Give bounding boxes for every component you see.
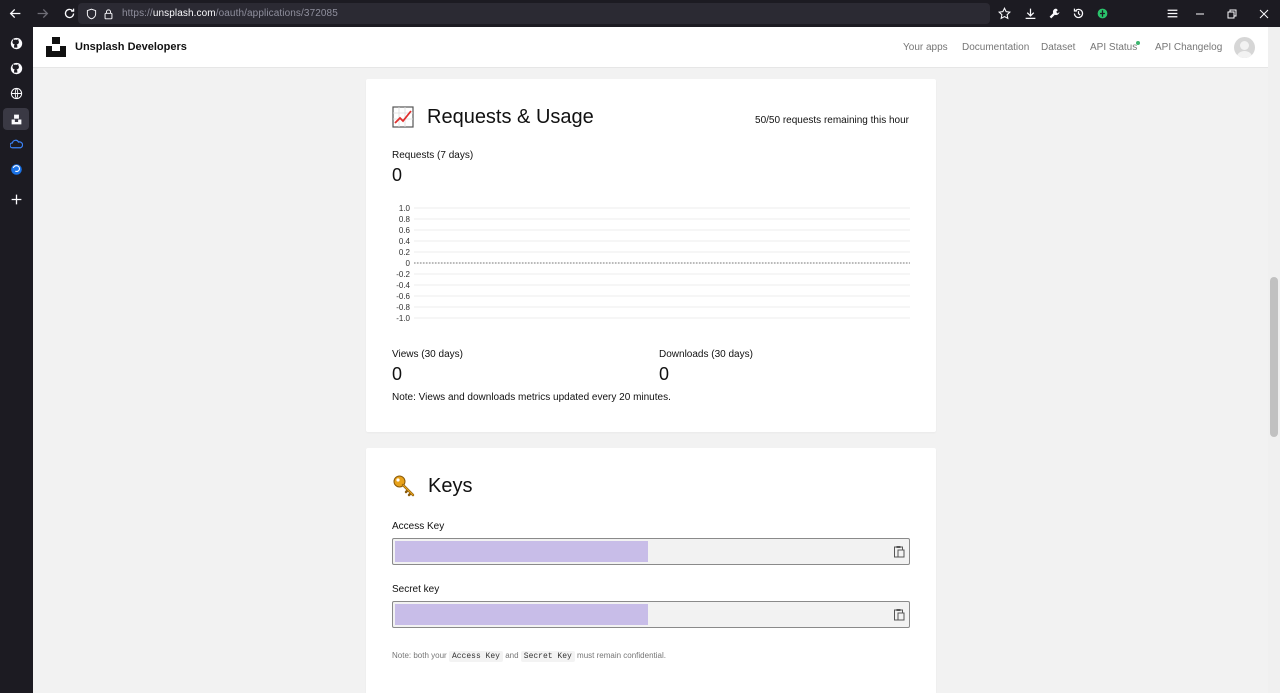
menu-button[interactable] <box>1160 3 1184 24</box>
api-status-indicator <box>1136 41 1140 45</box>
back-button[interactable] <box>3 2 27 26</box>
chart-y-tick-label: -0.2 <box>396 270 410 279</box>
minimize-button[interactable] <box>1184 0 1216 27</box>
sidebar-item-extension[interactable] <box>3 133 29 155</box>
keys-confidential-note: Note: both your Access Key and Secret Ke… <box>392 651 666 662</box>
usage-title: Requests & Usage <box>427 106 594 128</box>
usage-card: Requests & Usage 50/50 requests remainin… <box>366 79 936 432</box>
forward-button[interactable] <box>30 2 54 26</box>
note-prefix: Note: both your <box>392 651 447 660</box>
clipboard-icon[interactable] <box>893 545 905 558</box>
avatar[interactable] <box>1234 37 1255 58</box>
add-icon <box>11 194 21 204</box>
key-icon <box>393 475 415 497</box>
chart-y-tick-label: 0.6 <box>399 226 411 235</box>
sidebar-item-firefox[interactable] <box>3 158 29 180</box>
unsplash-logo-icon[interactable] <box>45 36 67 58</box>
downloads-value: 0 <box>659 364 670 384</box>
arrow-left-icon <box>9 8 20 19</box>
sidebar-item-unsplash[interactable] <box>3 108 29 130</box>
minimize-icon <box>1196 13 1204 14</box>
site-header: Unsplash Developers Your apps Documentat… <box>33 27 1268 68</box>
note-and: and <box>505 651 519 660</box>
chart-increasing-icon <box>392 106 414 128</box>
url-host: unsplash.com <box>152 8 216 19</box>
restore-button[interactable] <box>1216 0 1248 27</box>
toolbar-right <box>992 3 1114 24</box>
sidebar-item-github-2[interactable] <box>3 57 29 79</box>
keys-card: Keys Access Key Secret key Note: both yo… <box>366 448 936 693</box>
nav-your-apps[interactable]: Your apps <box>903 42 948 53</box>
history-button[interactable] <box>1066 3 1090 24</box>
chart-y-tick-label: -0.4 <box>396 281 410 290</box>
requests-label: Requests (7 days) <box>392 150 474 161</box>
clipboard-icon[interactable] <box>893 608 905 621</box>
restore-icon <box>1227 9 1237 18</box>
close-icon <box>1259 9 1269 18</box>
sidebar-add-button[interactable] <box>3 188 29 210</box>
window-controls <box>1184 0 1280 27</box>
bookmark-button[interactable] <box>992 3 1016 24</box>
arrow-right-icon <box>37 8 48 19</box>
sidebar-item-github[interactable] <box>3 32 29 54</box>
download-icon <box>1025 8 1035 19</box>
reload-icon <box>64 8 74 19</box>
requests-remaining: 50/50 requests remaining this hour <box>755 115 909 126</box>
note-secret-key-code: Secret Key <box>520 651 575 662</box>
requests-value: 0 <box>392 165 403 185</box>
url-path: /oauth/applications/372085 <box>215 8 338 19</box>
extension-icon <box>1097 8 1107 19</box>
chart-y-tick-label: 1.0 <box>399 204 411 213</box>
nav-api-status[interactable]: API Status <box>1090 42 1137 53</box>
url-text[interactable]: https://unsplash.com/oauth/applications/… <box>122 8 338 19</box>
secret-key-label: Secret key <box>392 584 440 595</box>
secret-key-redacted <box>395 604 648 625</box>
chart-y-tick-label: -0.8 <box>396 303 410 312</box>
scrollbar-thumb[interactable] <box>1270 277 1278 437</box>
close-button[interactable] <box>1248 0 1280 27</box>
nav-api-changelog[interactable]: API Changelog <box>1155 42 1222 53</box>
chart-y-tick-label: -0.6 <box>396 292 410 301</box>
chart-y-tick-label: -1.0 <box>396 314 410 323</box>
globe-icon <box>10 87 22 99</box>
keys-title: Keys <box>428 475 473 497</box>
unsplash-icon <box>11 114 21 124</box>
history-icon <box>1073 8 1083 19</box>
cloud-icon <box>9 139 23 148</box>
hamburger-icon <box>1167 9 1177 18</box>
access-key-label: Access Key <box>392 521 445 532</box>
sidebar <box>0 27 33 693</box>
firefox-icon <box>10 163 22 175</box>
sidebar-item-web[interactable] <box>3 82 29 104</box>
secret-key-field[interactable] <box>392 601 910 628</box>
views-label: Views (30 days) <box>392 349 463 360</box>
access-key-redacted <box>395 541 648 562</box>
chart-y-tick-label: 0.8 <box>399 215 411 224</box>
downloads-button[interactable] <box>1018 3 1042 24</box>
note-access-key-code: Access Key <box>448 651 503 662</box>
access-key-field[interactable] <box>392 538 910 565</box>
downloads-label: Downloads (30 days) <box>659 349 753 360</box>
github-icon <box>10 62 22 74</box>
brand-title[interactable]: Unsplash Developers <box>75 41 187 53</box>
github-icon <box>10 37 22 49</box>
shield-icon <box>86 8 97 19</box>
tools-button[interactable] <box>1042 3 1066 24</box>
chart-y-tick-label: 0 <box>406 259 411 268</box>
page-scrollbar[interactable] <box>1268 27 1280 693</box>
star-icon <box>997 7 1011 20</box>
nav-dataset[interactable]: Dataset <box>1041 42 1075 53</box>
chart-y-tick-label: 0.2 <box>399 248 411 257</box>
note-suffix: must remain confidential. <box>577 651 666 660</box>
nav-documentation[interactable]: Documentation <box>962 42 1029 53</box>
extension-button[interactable] <box>1090 3 1114 24</box>
lock-icon <box>104 8 113 19</box>
chart-y-tick-label: 0.4 <box>399 237 411 246</box>
url-bar[interactable]: https://unsplash.com/oauth/applications/… <box>78 3 990 24</box>
wrench-icon <box>1049 8 1059 19</box>
metrics-note: Note: Views and downloads metrics update… <box>392 392 671 403</box>
requests-chart: 1.0 0.8 0.6 0.4 0.2 0 -0.2 -0.4 -0.6 -0.8 -1.0 <box>396 204 910 323</box>
views-value: 0 <box>392 364 403 384</box>
url-prefix: https:// <box>122 8 153 19</box>
